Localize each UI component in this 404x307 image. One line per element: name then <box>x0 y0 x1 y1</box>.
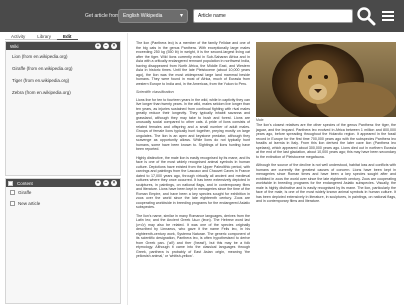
checkbox[interactable] <box>10 201 15 206</box>
close-icon[interactable]: × <box>111 180 117 186</box>
close-icon[interactable]: × <box>111 43 117 49</box>
select-all-checkbox[interactable] <box>8 180 13 186</box>
add-icon[interactable]: + <box>95 180 101 186</box>
article-search-input[interactable]: Article name <box>193 9 353 23</box>
content-item-label: Giraffe <box>18 190 32 195</box>
article-column-left[interactable]: The lion (Panthera leo) is a member of t… <box>136 41 250 304</box>
content-item-giraffe[interactable]: Giraffe <box>6 187 120 198</box>
checkbox[interactable] <box>10 190 15 195</box>
menu-icon[interactable] <box>381 9 395 23</box>
article-paragraph: The lion (Panthera leo) is a member of t… <box>136 41 250 86</box>
source-select-value: English Wikipedia <box>123 13 163 19</box>
wiki-item-lion[interactable]: Lion (from en.wikipedia.org) <box>6 50 120 62</box>
remove-icon[interactable]: − <box>103 180 109 186</box>
wiki-panel: Wiki + − × Lion (from en.wikipedia.org) … <box>5 41 121 176</box>
article-paragraph: The lion's closest relatives are the oth… <box>256 123 396 159</box>
tab-activity[interactable]: Activity <box>5 33 32 40</box>
lion-image[interactable] <box>256 42 396 117</box>
tab-bar: Activity Library Edit <box>5 33 121 40</box>
toolbar: Get article from: English Wikipedia ▾ Ar… <box>0 0 404 32</box>
content-panel: Content + − × Giraffe New article <box>5 178 121 304</box>
remove-icon[interactable]: − <box>103 43 109 49</box>
tab-edit[interactable]: Edit <box>57 33 78 40</box>
content-item-new-article[interactable]: New article <box>6 198 120 209</box>
article-paragraph: The lion's name, similar in many Romance… <box>136 213 250 259</box>
article-column-right[interactable]: The lion's closest relatives are the oth… <box>256 123 396 304</box>
divider <box>127 33 128 305</box>
article-subheading: Scientific classification <box>136 90 174 94</box>
tab-library[interactable]: Library <box>31 33 58 40</box>
search-icon[interactable] <box>356 6 376 26</box>
source-select[interactable]: English Wikipedia ▾ <box>118 9 188 23</box>
content-panel-header: Content + − × <box>6 179 120 187</box>
wiki-item-tiger[interactable]: Tiger (from en.wikipedia.org) <box>6 74 120 86</box>
article-paragraph: Lions live for ten to fourteen years in … <box>136 97 250 152</box>
wiki-panel-header: Wiki + − × <box>6 42 120 50</box>
image-caption: Male <box>256 118 264 122</box>
add-icon[interactable]: + <box>95 43 101 49</box>
chevron-down-icon: ▾ <box>179 13 183 19</box>
wiki-panel-title: Wiki <box>10 44 19 49</box>
content-item-label: New article <box>18 201 41 206</box>
article-paragraph: Although the source of the decline is no… <box>256 163 396 203</box>
article-source-label: Get article from: <box>85 13 121 19</box>
article-paragraph: Highly distinctive, the male lion is eas… <box>136 155 250 210</box>
content-panel-title: Content <box>17 181 33 186</box>
wiki-item-zebra[interactable]: Zebra (from en.wikipedia.org) <box>6 86 120 98</box>
wiki-item-giraffe[interactable]: Giraffe (from en.wikipedia.org) <box>6 62 120 74</box>
